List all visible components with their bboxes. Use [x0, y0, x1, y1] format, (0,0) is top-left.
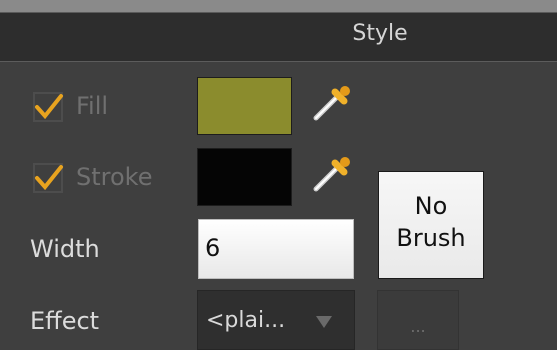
width-label: Width — [30, 235, 100, 263]
checkmark-icon — [33, 92, 63, 122]
fill-eyedropper-icon[interactable] — [308, 82, 354, 128]
width-input[interactable]: 6 — [198, 219, 354, 279]
effect-select[interactable]: <plai... — [197, 290, 355, 350]
style-panel: Style Fill Stroke Width 6 No Brush Effec… — [0, 0, 557, 350]
effect-more-button[interactable]: ... — [377, 290, 459, 350]
stroke-label: Stroke — [76, 163, 153, 191]
stroke-eyedropper-icon[interactable] — [308, 153, 354, 199]
checkmark-icon — [33, 163, 63, 193]
no-brush-label-line1: No — [414, 192, 448, 220]
panel-header: Style — [0, 12, 557, 62]
effect-select-value: <plai... — [206, 308, 286, 333]
no-brush-label-line2: Brush — [396, 224, 466, 253]
panel-title: Style — [352, 21, 408, 46]
stroke-color-swatch[interactable] — [197, 148, 292, 206]
panel-top-border — [0, 0, 557, 12]
effect-label: Effect — [30, 307, 100, 335]
fill-label: Fill — [76, 92, 109, 120]
chevron-down-icon — [316, 316, 332, 328]
fill-checkbox[interactable] — [30, 89, 66, 125]
fill-color-swatch[interactable] — [197, 77, 292, 135]
stroke-checkbox[interactable] — [30, 160, 66, 196]
no-brush-button[interactable]: No Brush — [378, 171, 484, 279]
